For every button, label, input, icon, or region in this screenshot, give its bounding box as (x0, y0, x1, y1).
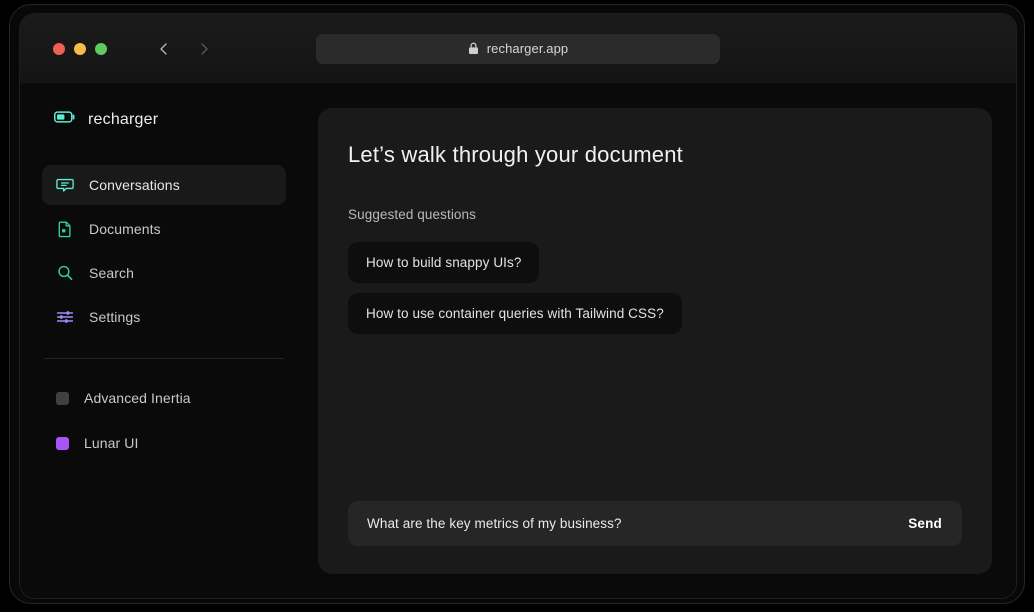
suggested-questions-label: Suggested questions (348, 207, 476, 222)
maximize-window-button[interactable] (95, 42, 107, 55)
page-title: Let’s walk through your document (348, 142, 683, 167)
sidebar-nav: Conversations Documents Search Settings (42, 165, 286, 337)
chat-bubble-icon (56, 176, 74, 194)
suggested-questions-list: How to build snappy UIs? How to use cont… (348, 242, 962, 334)
sliders-icon (56, 308, 74, 326)
back-button[interactable] (151, 36, 177, 62)
send-button[interactable]: Send (906, 512, 944, 535)
sidebar-item-search[interactable]: Search (42, 253, 286, 293)
forward-button[interactable] (191, 36, 217, 62)
sidebar-project-lunar-ui[interactable]: Lunar UI (42, 424, 286, 462)
minimize-window-button[interactable] (74, 42, 86, 55)
project-color-swatch (56, 391, 69, 405)
sidebar-item-settings[interactable]: Settings (42, 297, 286, 337)
document-icon (56, 220, 74, 238)
browser-window: recharger.app recharger Conversations Do… (19, 13, 1017, 599)
app-name: recharger (88, 110, 159, 128)
lock-icon (468, 42, 479, 55)
sidebar-item-conversations[interactable]: Conversations (42, 165, 286, 205)
battery-icon (54, 110, 76, 129)
close-window-button[interactable] (53, 42, 65, 55)
conversation-panel: Let’s walk through your document Suggest… (318, 108, 992, 574)
browser-titlebar: recharger.app (20, 14, 1016, 84)
browser-navigation-buttons (151, 36, 217, 62)
main-content: Let’s walk through your document Suggest… (308, 84, 1016, 598)
sidebar: recharger Conversations Documents Search… (20, 84, 308, 598)
sidebar-item-documents[interactable]: Documents (42, 209, 286, 249)
sidebar-item-label: Settings (89, 309, 141, 325)
sidebar-item-label: Conversations (89, 177, 180, 193)
app-body: recharger Conversations Documents Search… (20, 84, 1016, 598)
window-controls (53, 42, 107, 55)
project-color-swatch (56, 436, 69, 450)
sidebar-project-label: Advanced Inertia (84, 390, 191, 406)
screenshot-root: recharger.app recharger Conversations Do… (0, 0, 1034, 612)
message-input[interactable] (367, 516, 907, 531)
app-logo[interactable]: recharger (42, 110, 286, 129)
search-icon (56, 264, 74, 282)
address-bar-url: recharger.app (486, 41, 569, 56)
sidebar-project-advanced-inertia[interactable]: Advanced Inertia (42, 379, 286, 417)
sidebar-divider (44, 358, 284, 359)
sidebar-item-label: Documents (89, 221, 161, 237)
message-composer: Send (348, 501, 962, 546)
sidebar-projects: Advanced Inertia Lunar UI (42, 379, 286, 462)
suggested-question-chip[interactable]: How to build snappy UIs? (348, 242, 540, 283)
suggested-question-chip[interactable]: How to use container queries with Tailwi… (348, 293, 682, 334)
browser-window-frame: recharger.app recharger Conversations Do… (9, 4, 1025, 604)
sidebar-item-label: Search (89, 265, 134, 281)
address-bar[interactable]: recharger.app (316, 33, 720, 64)
sidebar-project-label: Lunar UI (84, 435, 139, 451)
